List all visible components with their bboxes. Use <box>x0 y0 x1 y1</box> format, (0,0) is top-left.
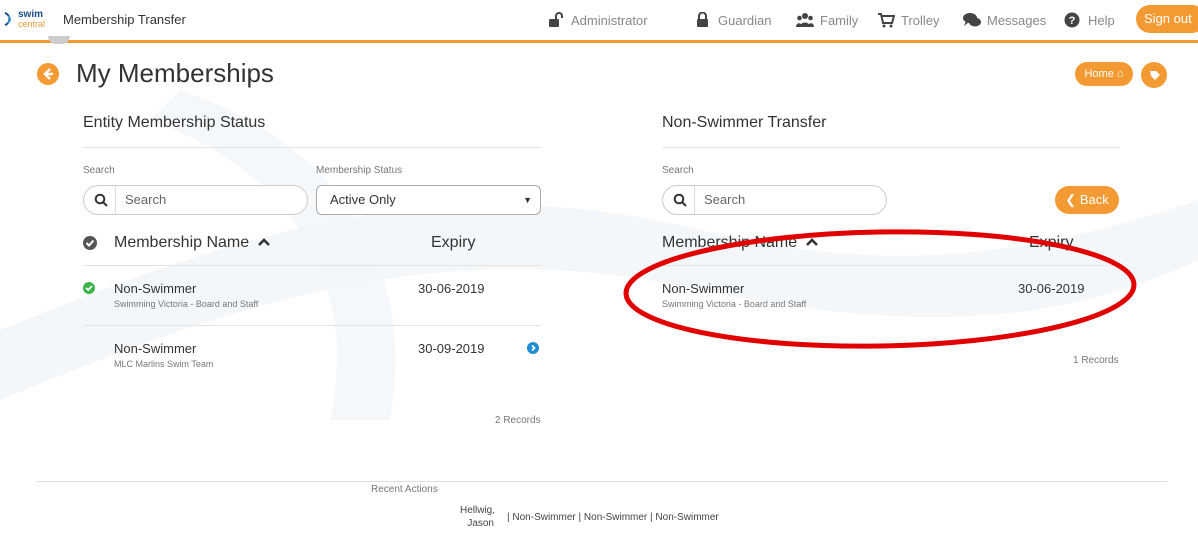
non-swimmer-transfer-title: Non-Swimmer Transfer <box>662 114 827 131</box>
nav-label-guardian: Guardian <box>718 12 772 28</box>
entity-membership-status-title: Entity Membership Status <box>83 114 266 131</box>
users-icon <box>796 13 814 27</box>
left-row-2-expiry: 30-09-2019 <box>418 341 485 356</box>
nav-help[interactable]: ? Help <box>1064 10 1115 30</box>
transfer-chevron-icon[interactable] <box>527 342 539 354</box>
footer-divider <box>36 481 1167 482</box>
cart-icon <box>878 13 895 28</box>
right-search-placeholder: Search <box>704 192 746 207</box>
recent-action-item[interactable]: Non-Swimmer <box>584 512 647 523</box>
page-title: My Memberships <box>76 58 274 88</box>
logo-word-central: central <box>18 19 46 29</box>
separator: | <box>578 512 582 523</box>
left-search-input[interactable]: Search <box>83 185 308 215</box>
right-row-1-org: Swimming Victoria - Board and Staff <box>662 299 807 309</box>
membership-status-select[interactable]: Active Only ▼ <box>316 185 541 215</box>
divider <box>662 265 1120 266</box>
search-separator <box>115 186 116 214</box>
sort-up-icon <box>257 238 270 246</box>
recent-action-item[interactable]: Non-Swimmer <box>512 512 575 523</box>
recent-action-item[interactable]: Non-Swimmer <box>655 512 718 523</box>
nav-guardian[interactable]: Guardian <box>694 10 771 30</box>
sign-out-button[interactable]: Sign out <box>1136 5 1198 33</box>
nav-family[interactable]: Family <box>796 10 858 30</box>
divider <box>83 325 541 326</box>
nav-trolley[interactable]: Trolley <box>877 10 940 30</box>
back-button-label: Back <box>1079 192 1109 207</box>
left-row-1-name: Non-Swimmer <box>114 281 197 296</box>
right-search-input[interactable]: Search <box>662 185 887 215</box>
home-button-label: Home <box>1084 68 1114 80</box>
select-all-check-icon[interactable] <box>82 235 98 251</box>
nav-messages[interactable]: Messages <box>963 10 1046 30</box>
person-last: Jason <box>467 518 494 529</box>
back-button[interactable]: ❮ Back <box>1055 186 1119 214</box>
nav-label-trolley: Trolley <box>901 12 940 28</box>
divider <box>662 147 1120 148</box>
left-search-label: Search <box>83 165 115 176</box>
swim-central-logo[interactable]: swim central <box>4 6 48 32</box>
divider <box>83 147 541 148</box>
separator: | <box>650 512 653 523</box>
home-button[interactable]: Home ⌂ <box>1075 62 1133 86</box>
recent-person[interactable]: Hellwig, Jason <box>460 504 496 530</box>
unlock-icon <box>549 12 563 27</box>
recent-actions-list: | Non-Swimmer | Non-Swimmer | Non-Swimme… <box>507 512 719 523</box>
tag-icon <box>1150 71 1160 80</box>
recent-actions-label: Recent Actions <box>371 484 438 495</box>
tag-button[interactable] <box>1141 62 1167 88</box>
nav-label-messages: Messages <box>987 12 1047 28</box>
chevron-left-icon: ❮ <box>1065 192 1077 207</box>
question-icon: ? <box>1064 12 1080 28</box>
search-icon <box>673 193 687 207</box>
divider <box>83 265 541 266</box>
sort-up-icon <box>805 238 818 246</box>
comments-icon <box>963 13 981 27</box>
right-col-membership-name[interactable]: Membership Name <box>662 234 819 252</box>
search-icon <box>94 193 108 207</box>
right-col-membership-name-label: Membership Name <box>662 234 798 251</box>
nav-administrator[interactable]: Administrator <box>547 10 648 30</box>
separator: | <box>507 512 510 523</box>
top-navigation-bar: swim central Membership Transfer Adminis… <box>0 0 1198 43</box>
search-separator <box>694 186 695 214</box>
logo-mark-icon <box>4 12 11 26</box>
left-col-membership-name-label: Membership Name <box>114 234 250 251</box>
left-row-1-org: Swimming Victoria - Board and Staff <box>114 299 259 309</box>
active-check-icon <box>83 282 95 294</box>
left-col-membership-name[interactable]: Membership Name <box>114 234 271 252</box>
right-records-count: 1 Records <box>1073 355 1119 366</box>
left-search-placeholder: Search <box>125 192 167 207</box>
nav-label-help: Help <box>1088 12 1115 28</box>
person-first: Hellwig, <box>460 505 496 516</box>
right-col-expiry[interactable]: Expiry <box>1029 234 1073 252</box>
nav-label-family: Family <box>820 12 859 28</box>
chevron-down-icon: ▼ <box>523 195 532 205</box>
left-records-count: 2 Records <box>495 415 541 426</box>
membership-status-label: Membership Status <box>316 165 403 176</box>
lock-icon <box>697 12 708 27</box>
left-row-2-org: MLC Marlins Swim Team <box>114 359 214 369</box>
left-row-1-expiry: 30-06-2019 <box>418 281 485 296</box>
app-title: Membership Transfer <box>63 12 186 27</box>
right-row-1-expiry: 30-06-2019 <box>1018 281 1085 296</box>
nav-label-administrator: Administrator <box>571 12 648 28</box>
svg-text:?: ? <box>1069 15 1076 27</box>
back-arrow-button[interactable] <box>37 63 59 85</box>
right-row-1-name[interactable]: Non-Swimmer <box>662 281 744 296</box>
arrow-left-icon <box>43 68 53 80</box>
home-icon: ⌂ <box>1116 68 1124 80</box>
membership-status-value: Active Only <box>330 192 396 207</box>
left-col-expiry[interactable]: Expiry <box>431 234 475 252</box>
left-row-2-name: Non-Swimmer <box>114 341 197 356</box>
right-search-label: Search <box>662 165 694 176</box>
